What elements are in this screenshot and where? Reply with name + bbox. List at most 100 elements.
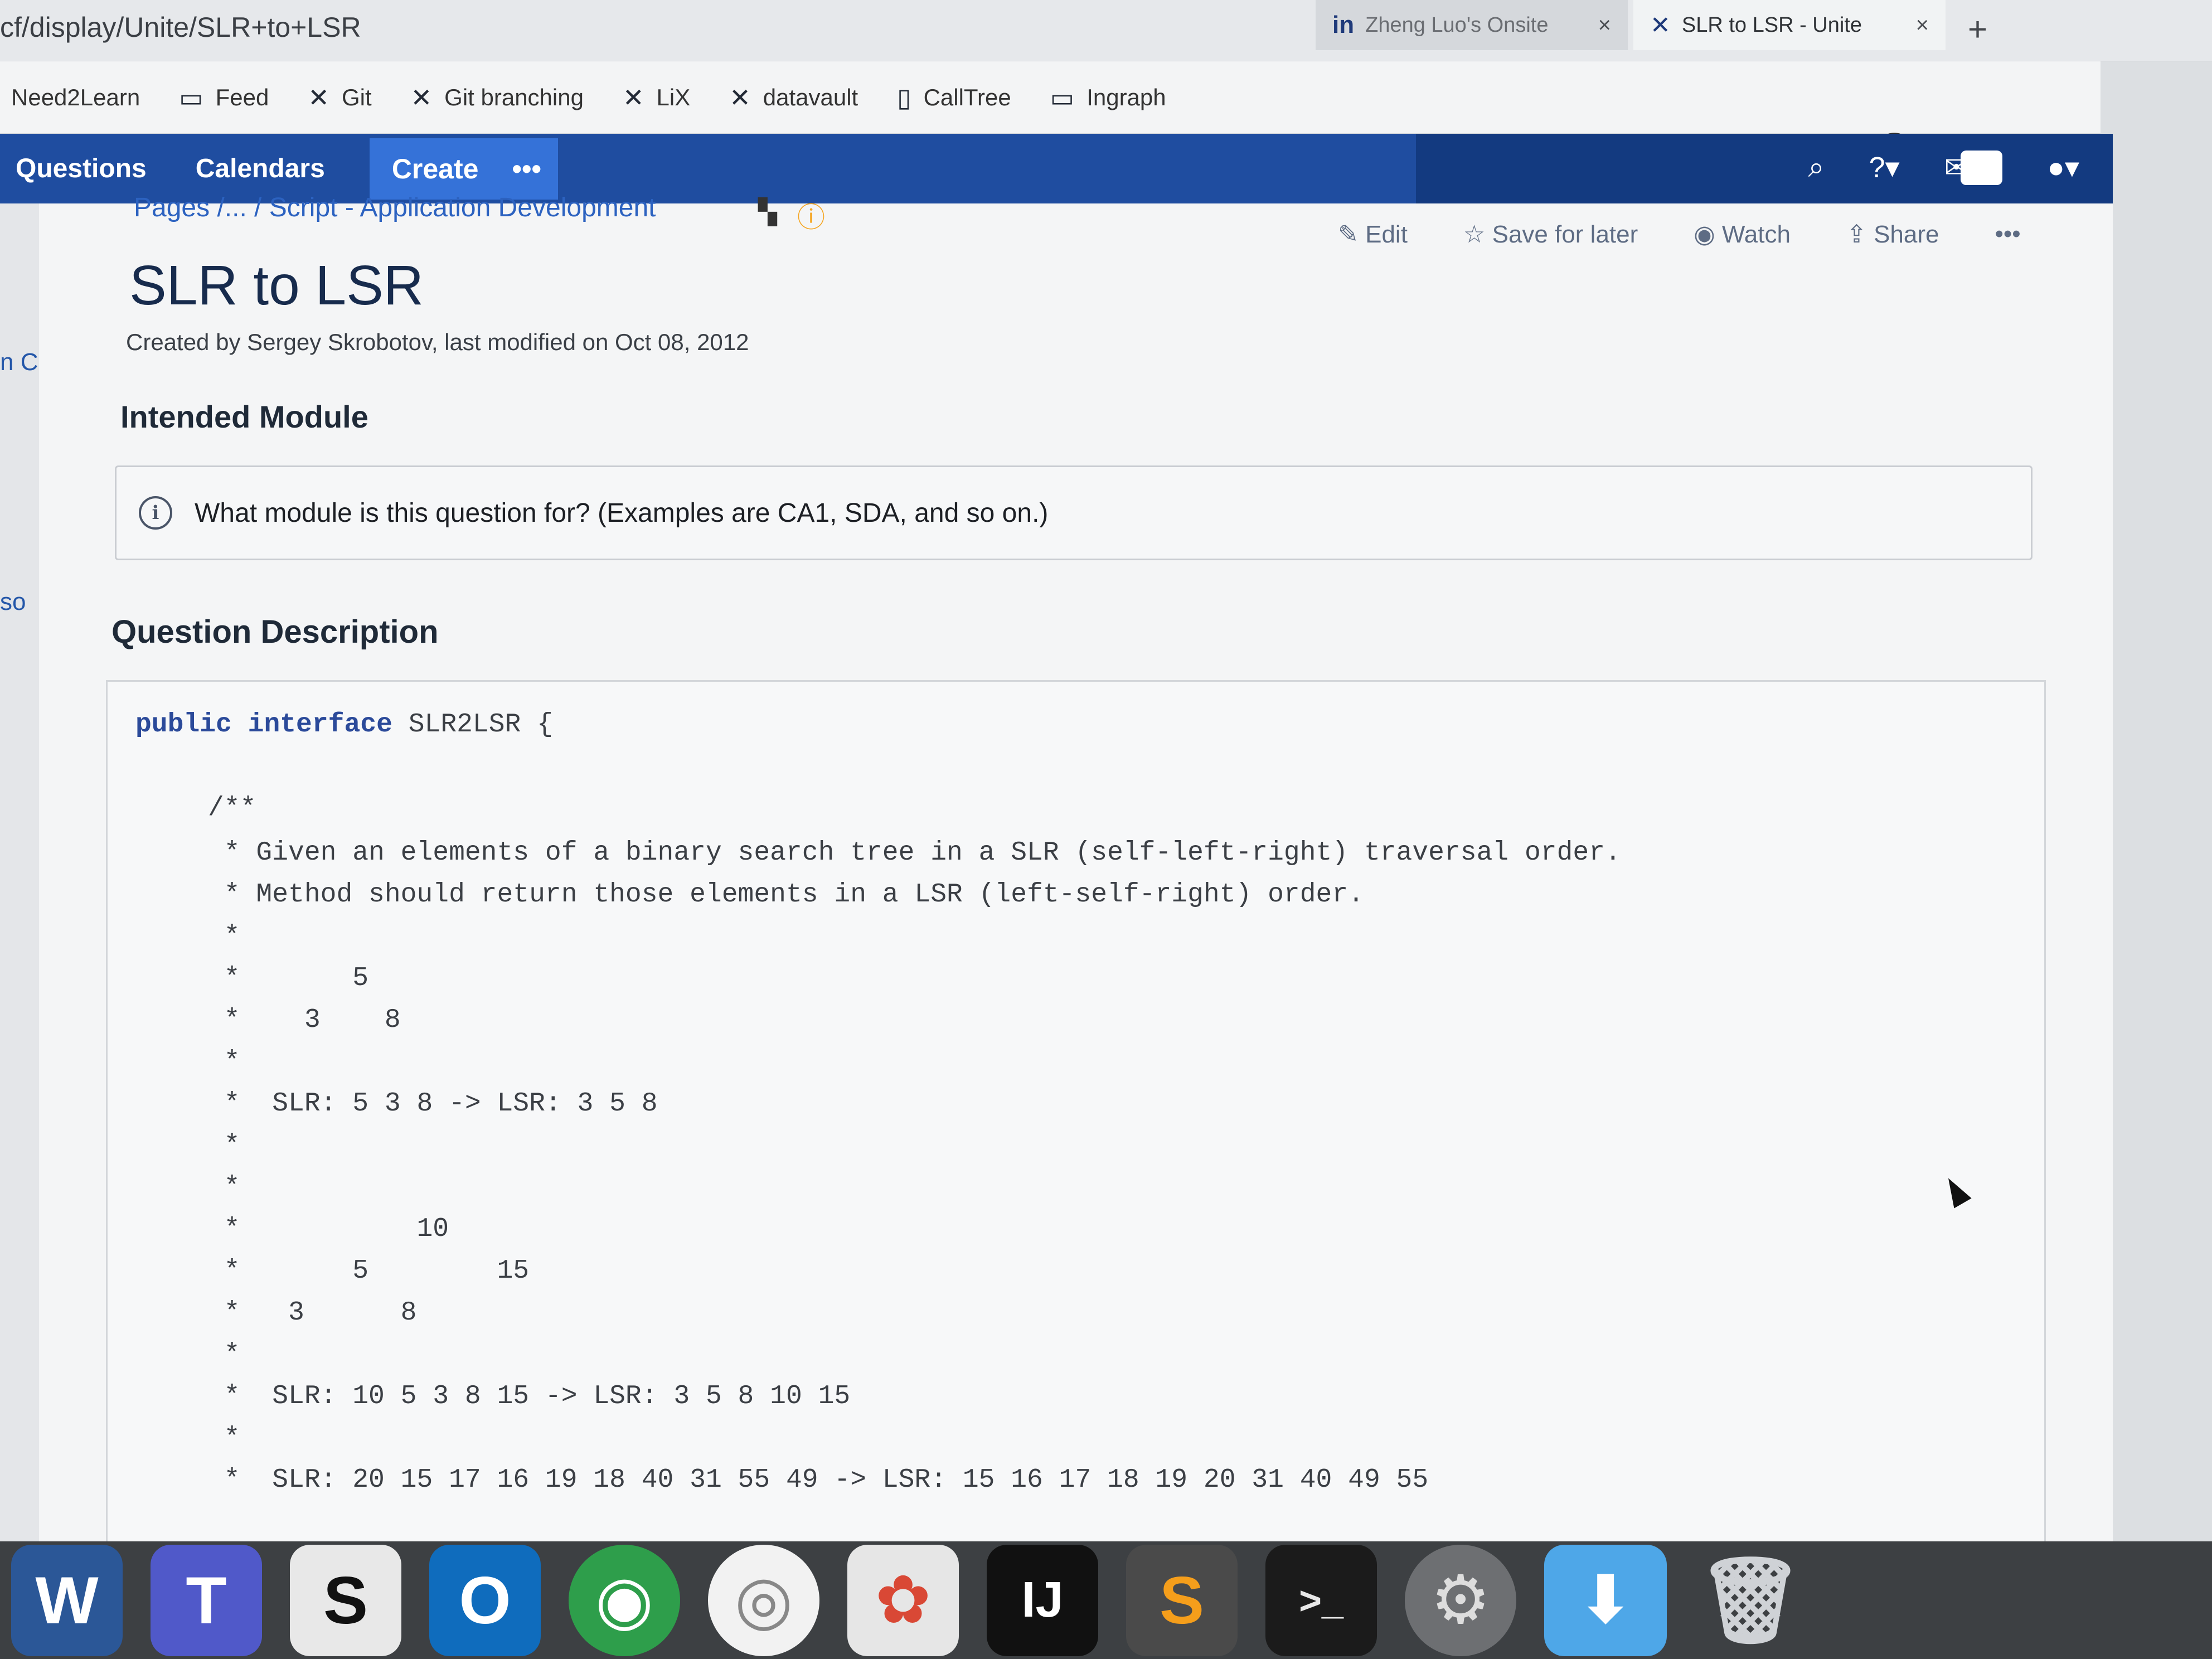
nav-questions[interactable]: Questions [16, 153, 147, 184]
tab-slr-to-lsr[interactable]: ✕ SLR to LSR - Unite × [1633, 0, 1946, 50]
bookmark-calltree[interactable]: ▯ CallTree [897, 83, 1011, 113]
confluence-icon: ✕ [1650, 11, 1671, 39]
address-bar[interactable]: cf/display/Unite/SLR+to+LSR [0, 11, 361, 43]
save-for-later-label: Save for later [1492, 221, 1638, 248]
outlook-app-icon[interactable]: O [429, 1544, 541, 1656]
help-icon[interactable]: ?▾ [1869, 151, 1900, 185]
bookmark-label: datavault [763, 84, 858, 110]
info-panel: i What module is this question for? (Exa… [115, 465, 2032, 560]
search-icon[interactable]: ⌕ [1808, 151, 1824, 185]
code-line: * [208, 1423, 240, 1453]
bookmark-label: Need2Learn [11, 84, 140, 110]
bookmark-lix[interactable]: ✕ LiX [623, 83, 690, 113]
code-line: * [208, 1131, 240, 1161]
user-menu-icon[interactable]: ●▾ [2047, 151, 2079, 185]
info-text: What module is this question for? (Examp… [195, 498, 1049, 528]
bookmark-git[interactable]: ✕ Git [308, 83, 371, 113]
dock: W T S O ◉ ◎ ✿ IJ S >_ ⚙ ⬇ 🗑 [0, 1541, 2212, 1659]
notification-badge: 9+ [1961, 150, 2003, 185]
new-tab-button[interactable]: + [1968, 10, 1987, 48]
folder-icon: ▭ [179, 83, 203, 112]
save-for-later-button[interactable]: ☆ Save for later [1463, 220, 1638, 249]
downloads-folder-icon[interactable]: ⬇ [1544, 1544, 1667, 1656]
bookmark-label: Git branching [444, 84, 584, 110]
skype-app-icon[interactable]: S [290, 1544, 401, 1656]
bookmark-label: Ingraph [1086, 84, 1166, 110]
more-actions-button[interactable]: ••• [1995, 220, 2020, 249]
chrome-app-icon[interactable]: ◉ [569, 1544, 680, 1656]
notifications-icon[interactable]: ✉9+ [1944, 150, 2003, 185]
confluence-icon: ✕ [729, 83, 751, 112]
confluence-icon: ✕ [308, 83, 329, 112]
page-title: SLR to LSR [129, 254, 424, 317]
word-app-icon[interactable]: W [11, 1544, 123, 1656]
code-line: * Given an elements of a binary search t… [208, 838, 1621, 868]
bookmark-need2learn[interactable]: Need2Learn [11, 84, 140, 111]
bookmark-git-branching[interactable]: ✕ Git branching [411, 83, 584, 113]
tab-label: SLR to LSR - Unite [1681, 13, 1862, 37]
code-line: * [208, 1340, 240, 1370]
question-description-heading: Question Description [111, 614, 439, 650]
tab-label: Zheng Luo's Onsite [1365, 13, 1549, 37]
sidebar-strip: n C so [0, 203, 39, 1541]
code-line: * SLR: 5 3 8 -> LSR: 3 5 8 [208, 1089, 658, 1119]
edit-button[interactable]: ✎ Edit [1338, 220, 1408, 249]
watch-label: Watch [1721, 221, 1791, 248]
intellij-app-icon[interactable]: IJ [987, 1544, 1098, 1656]
code-line: * 5 15 [208, 1256, 530, 1286]
code-line: * 5 [208, 963, 369, 993]
confluence-icon: ✕ [622, 83, 644, 112]
sidebar-fragment: so [0, 588, 26, 615]
close-tab-icon[interactable]: × [1916, 13, 1929, 38]
restrictions-icon[interactable]: ▚ [758, 198, 777, 226]
create-button[interactable]: Create [369, 138, 501, 200]
page-byline: Created by Sergey Skrobotov, last modifi… [126, 329, 749, 355]
code-line: * 3 8 [208, 1005, 401, 1035]
page-actions: ✎ Edit ☆ Save for later ◉ Watch ⇪ Share … [1338, 220, 2021, 249]
code-line: * [208, 921, 240, 952]
tab-zheng-luo-onsite[interactable]: in Zheng Luo's Onsite × [1316, 0, 1628, 50]
code-line: * [208, 1172, 240, 1202]
terminal-app-icon[interactable]: >_ [1265, 1544, 1377, 1656]
code-block: public interface SLR2LSR { /** * Given a… [106, 680, 2046, 1550]
code-line: * SLR: 20 15 17 16 19 18 40 31 55 49 -> … [208, 1465, 1429, 1495]
confluence-icon: ✕ [410, 83, 433, 112]
nav-calendars[interactable]: Calendars [196, 153, 325, 184]
close-tab-icon[interactable]: × [1598, 13, 1611, 38]
code-line: * SLR: 10 5 3 8 15 -> LSR: 3 5 8 10 15 [208, 1381, 851, 1411]
code-line: * 10 [208, 1214, 449, 1244]
bookmark-label: Git [341, 84, 372, 110]
system-preferences-icon[interactable]: ⚙ [1405, 1544, 1516, 1656]
breadcrumb[interactable]: Pages /... / Script - Application Develo… [134, 192, 656, 223]
code-line: * 3 8 [208, 1298, 417, 1328]
watch-button[interactable]: ◉ Watch [1694, 220, 1791, 249]
code-line: * Method should return those elements in… [208, 880, 1364, 910]
code-declaration: public interface SLR2LSR { [135, 710, 553, 740]
folder-icon: ▭ [1050, 83, 1075, 112]
page-content: Pages /... / Script - Application Develo… [39, 193, 2113, 1550]
nav-more-button[interactable]: ••• [495, 138, 558, 200]
sublime-app-icon[interactable]: S [1126, 1544, 1238, 1656]
photos-app-icon[interactable]: ✿ [847, 1544, 959, 1656]
bookmark-ingraph[interactable]: ▭ Ingraph [1050, 83, 1166, 113]
code-line: /** [208, 793, 256, 823]
share-label: Share [1874, 221, 1939, 248]
teams-app-icon[interactable]: T [151, 1544, 262, 1656]
wifi-app-icon[interactable]: ◎ [708, 1544, 819, 1656]
sidebar-fragment: n C [0, 348, 38, 376]
warning-icon[interactable]: ⓘ [797, 195, 825, 235]
bookmark-label: Feed [215, 84, 269, 110]
share-button[interactable]: ⇪ Share [1846, 220, 1939, 249]
linkedin-icon: in [1332, 11, 1355, 38]
trash-icon[interactable]: 🗑 [1695, 1545, 1806, 1656]
edit-label: Edit [1365, 221, 1408, 248]
code-keyword: public [135, 710, 232, 740]
intended-module-heading: Intended Module [120, 399, 368, 434]
bookmark-datavault[interactable]: ✕ datavault [729, 83, 858, 113]
bookmark-feed[interactable]: ▭ Feed [179, 83, 269, 113]
code-keyword: interface [248, 710, 392, 740]
code-line: * [208, 1047, 240, 1077]
bookmarks-bar: Need2Learn ▭ Feed ✕ Git ✕ Git branching … [0, 61, 2101, 167]
browser-tab-bar: cf/display/Unite/SLR+to+LSR in Zheng Luo… [0, 0, 2212, 61]
navbar-right-area: ⌕ ?▾ ✉9+ ●▾ [1416, 134, 2113, 203]
